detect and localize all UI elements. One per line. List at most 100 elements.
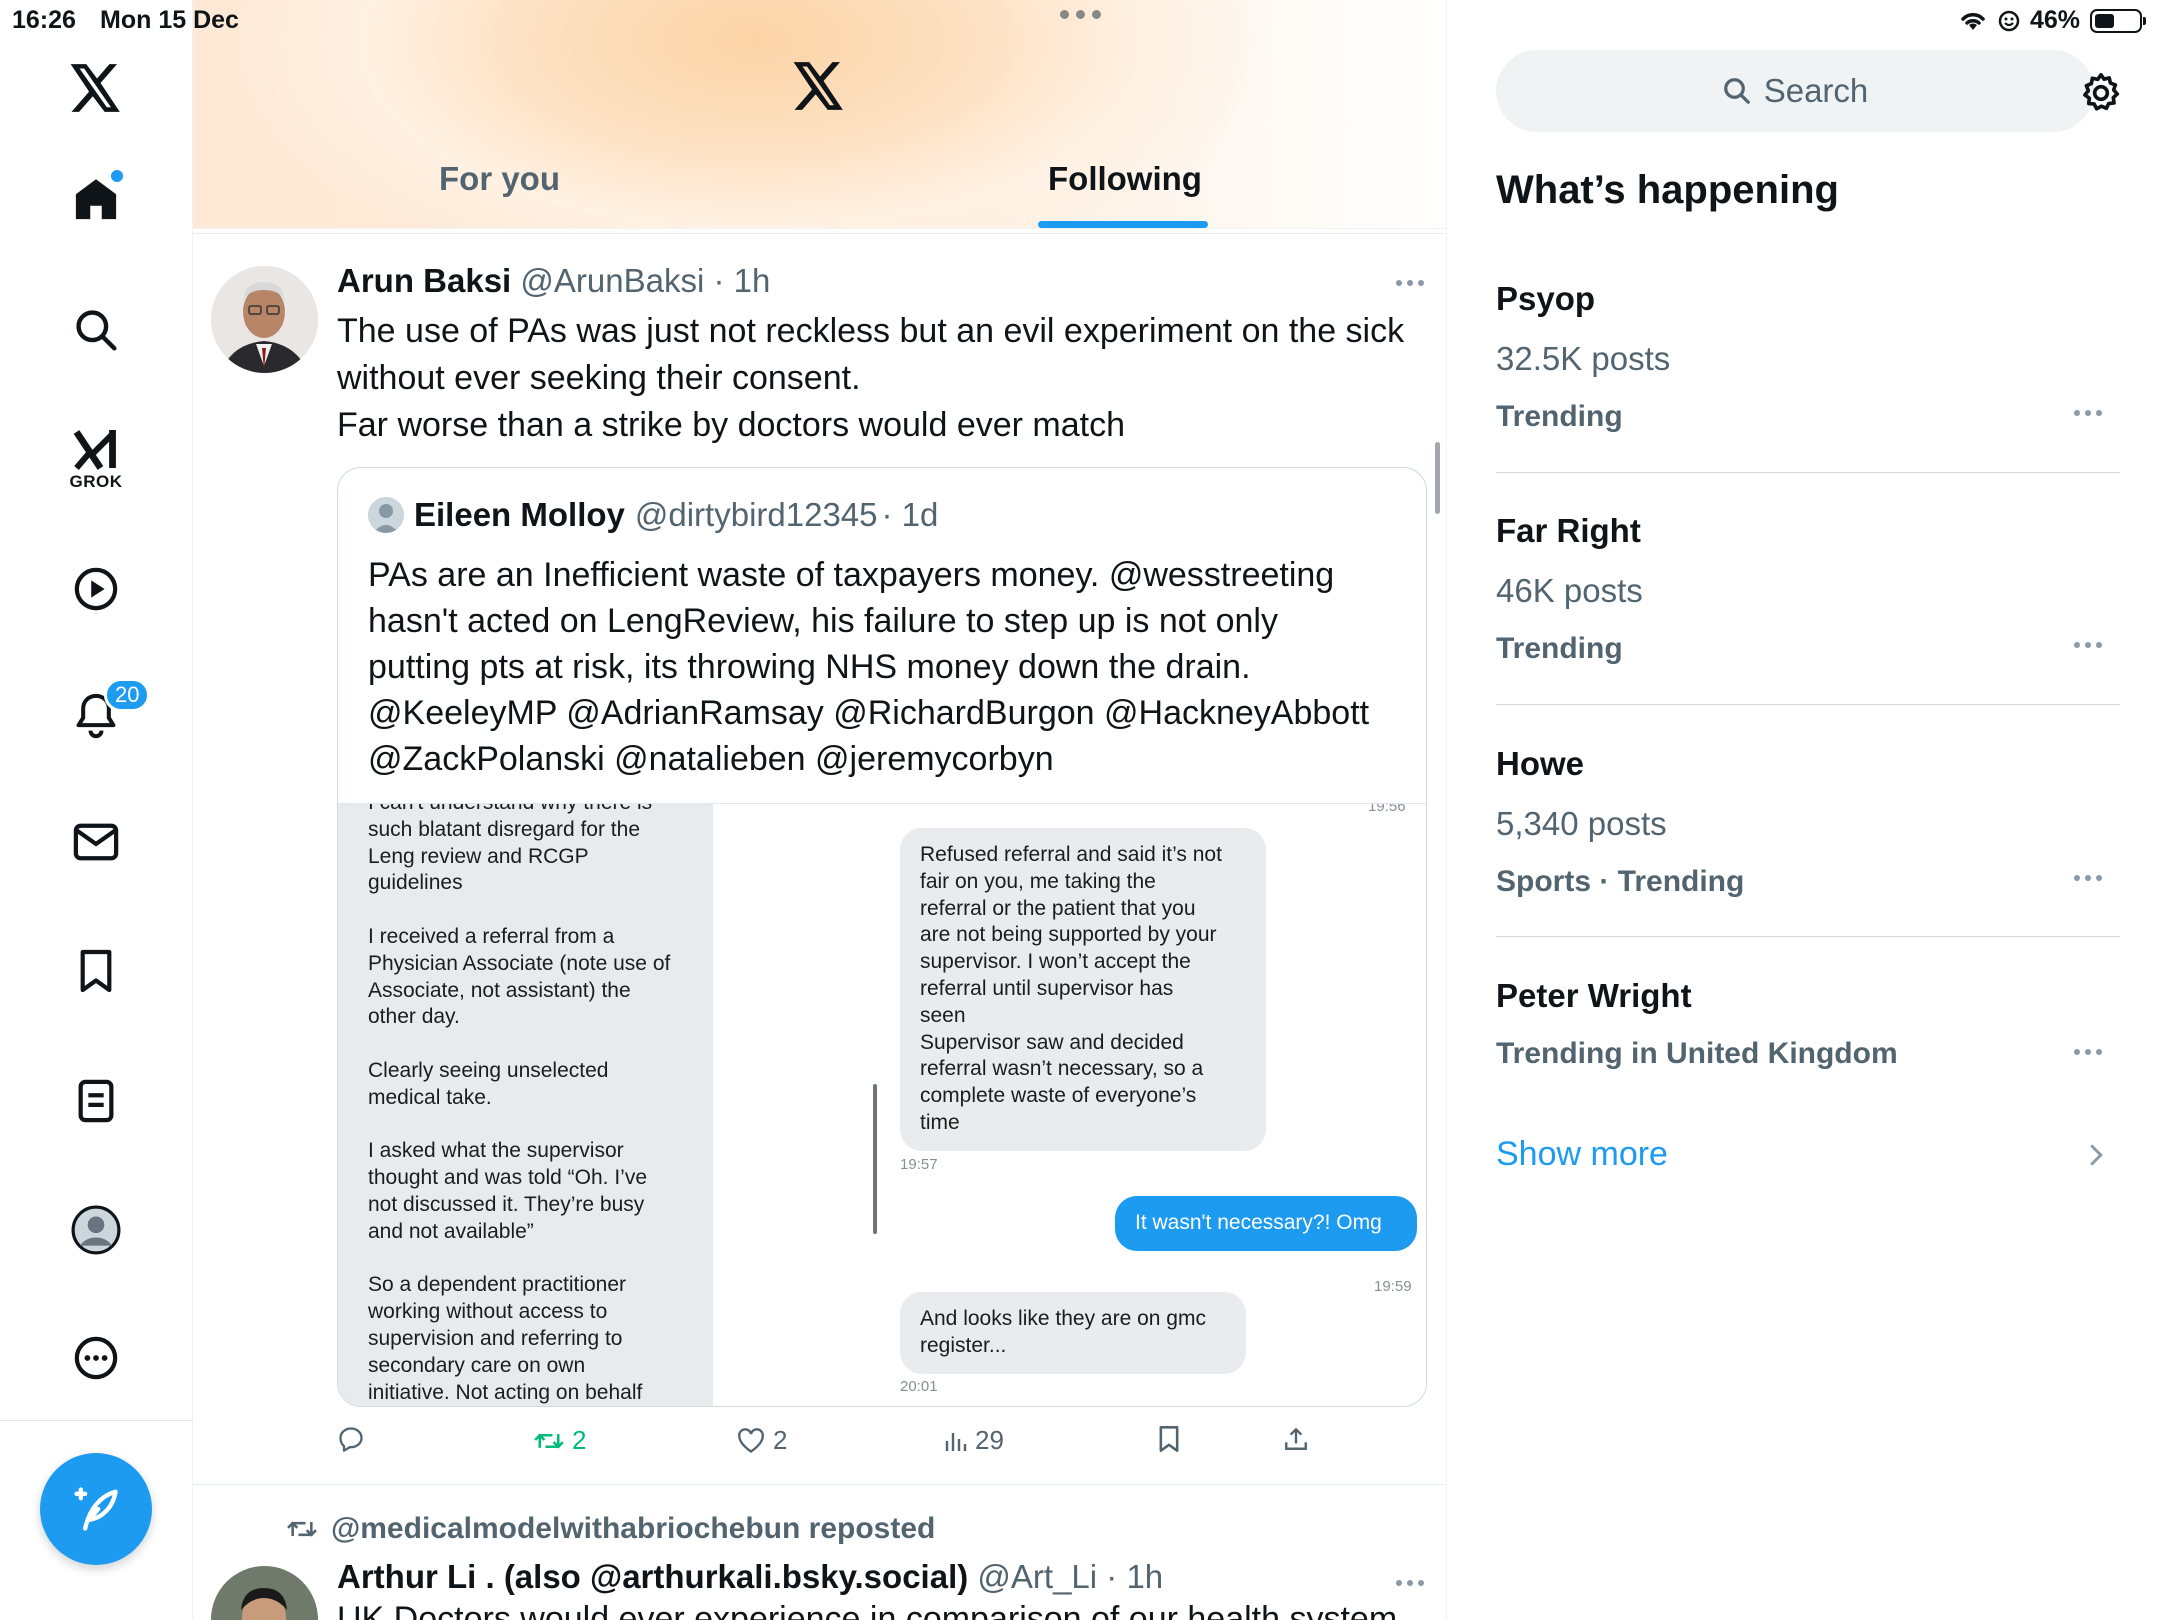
tweet-author-handle[interactable]: @ArunBaksi	[520, 262, 704, 299]
quoted-text-line: @ZackPolanski @natalieben @jeremycorbyn	[368, 740, 1054, 778]
quoted-text-line: putting pts at risk, its throwing NHS mo…	[368, 648, 1251, 686]
reply-icon	[339, 1427, 363, 1452]
tweet-author-name[interactable]: Arun Baksi	[337, 262, 511, 299]
bookmark-icon	[1159, 1426, 1179, 1452]
quoted-text: PAs are an Inefficient waste of taxpayer…	[368, 552, 1408, 782]
quoted-author-handle: @dirtybird12345	[634, 496, 878, 533]
compose-button[interactable]	[40, 1453, 152, 1565]
status-date: Mon 15 Dec	[100, 6, 239, 34]
trend-divider	[1496, 472, 2120, 473]
tweet2-author-handle[interactable]: @Art_Li	[977, 1558, 1097, 1595]
tab-for-you[interactable]: For you	[439, 160, 560, 198]
repost-count: 2	[572, 1425, 587, 1455]
tweet2-author-name[interactable]: Arthur Li . (also @arthurkali.bsky.socia…	[337, 1558, 968, 1595]
chat-bubble-grey: And looks like they are on gmc register.…	[900, 1292, 1246, 1374]
grok-label: GROK	[69, 472, 123, 491]
trend-more-icon[interactable]	[2074, 642, 2102, 648]
wifi-icon	[1961, 12, 1985, 30]
trend-divider	[1496, 704, 2120, 705]
heart-icon	[738, 1427, 764, 1453]
views-button[interactable]: 29	[943, 1425, 1004, 1456]
timeline-scroll-indicator[interactable]	[1435, 442, 1440, 514]
quoted-media-screenshot[interactable]: I can't understand why there is such bla…	[338, 803, 1426, 1406]
home-unread-dot	[111, 170, 123, 182]
quoted-time: · 1d	[881, 496, 939, 533]
nav-profile[interactable]	[71, 1205, 121, 1255]
quoted-text-line: @KeeleyMP @AdrianRamsay @RichardBurgon @…	[368, 694, 1370, 732]
home-icon	[75, 179, 117, 220]
tweet2-text: UK Doctors would ever experience in comp…	[337, 1600, 1398, 1620]
search-input[interactable]: Search	[1496, 50, 2094, 132]
nav-bookmarks[interactable]	[77, 948, 115, 994]
quoted-author-name: Eileen Molloy	[414, 496, 625, 533]
bookmark-button[interactable]	[1157, 1425, 1181, 1453]
nav-notifications[interactable]: 20	[74, 678, 151, 740]
left-nav: GROK 20	[0, 0, 193, 1620]
tweet-header: Arun Baksi @ArunBaksi · 1h	[337, 262, 770, 300]
x-logo-icon[interactable]	[70, 64, 122, 112]
trend-more-icon[interactable]	[2074, 1049, 2102, 1055]
trend-name: Far Right	[1496, 512, 1641, 549]
header-separator	[193, 233, 1446, 234]
battery-percent: 46%	[2029, 6, 2080, 34]
trend-category: Trending	[1496, 632, 1623, 665]
reposted-by[interactable]: @medicalmodelwithabriochebun reposted	[285, 1512, 935, 1546]
nav-grok[interactable]: GROK	[70, 428, 123, 492]
tab-following[interactable]: Following	[1048, 160, 1202, 198]
tweet-avatar[interactable]	[211, 266, 318, 373]
tweet-divider	[193, 1484, 1446, 1485]
quoted-tweet[interactable]: Eileen Molloy @dirtybird12345 · 1d PAs a…	[337, 467, 1427, 1407]
trend-item[interactable]: Psyop 32.5K posts Trending	[1496, 280, 2120, 434]
show-more-link[interactable]: Show more	[1496, 1135, 1668, 1174]
tweet-text-line: without ever seeking their consent.	[337, 359, 861, 397]
tweet-time[interactable]: · 1h	[713, 262, 770, 299]
nav-explore[interactable]	[74, 308, 118, 352]
timeline: For you Following Arun Baksi @ArunBaksi …	[193, 0, 1447, 1620]
multitasking-dots[interactable]	[1060, 10, 1101, 19]
trend-name: Peter Wright	[1496, 977, 1692, 1014]
nav-divider	[0, 1420, 193, 1421]
repost-button[interactable]: 2	[534, 1425, 586, 1456]
status-right: 46%	[1958, 6, 2146, 35]
chat-bubble-grey: Refused referral and said it’s not fair …	[900, 828, 1266, 1151]
trend-more-icon[interactable]	[2074, 875, 2102, 881]
whats-happening-title: What’s happening	[1496, 168, 1839, 212]
compose-feather-icon	[74, 1487, 118, 1531]
trend-item[interactable]: Far Right 46K posts Trending	[1496, 512, 2120, 666]
nav-video[interactable]	[73, 566, 119, 612]
trend-category: Trending in United Kingdom	[1496, 1037, 1898, 1070]
like-button[interactable]: 2	[737, 1425, 787, 1456]
screenshot-scrollbar	[873, 1084, 877, 1234]
play-circle-icon	[74, 567, 118, 611]
tweet2-time[interactable]: · 1h	[1106, 1558, 1163, 1595]
nav-home[interactable]	[73, 170, 123, 222]
tweet-more-icon[interactable]	[1396, 280, 1424, 286]
trend-item[interactable]: Peter Wright Trending in United Kingdom	[1496, 977, 2120, 1071]
trend-more-icon[interactable]	[2074, 410, 2102, 416]
screenshot-timestamp: 19:56	[1368, 803, 1406, 815]
tweet2-more-icon[interactable]	[1396, 1580, 1424, 1586]
nav-lists[interactable]	[76, 1078, 116, 1124]
tab-active-indicator	[1038, 221, 1208, 228]
focus-icon	[1998, 10, 2020, 31]
mail-icon	[73, 823, 119, 861]
chat-timestamp: 20:01	[900, 1378, 938, 1395]
settings-button[interactable]	[2078, 70, 2124, 121]
trend-name: Psyop	[1496, 280, 1596, 317]
quoted-avatar	[368, 497, 404, 533]
list-icon	[78, 1079, 114, 1123]
nav-more[interactable]	[73, 1335, 119, 1381]
quoted-text-line: PAs are an Inefficient waste of taxpayer…	[368, 556, 1335, 594]
tweet2-avatar[interactable]	[211, 1566, 318, 1620]
status-time: 16:26	[12, 6, 76, 34]
trend-item[interactable]: Howe 5,340 posts Sports · Trending	[1496, 745, 2120, 899]
reply-button[interactable]	[337, 1425, 373, 1453]
grok-icon	[73, 430, 116, 470]
x-header-logo-icon	[793, 62, 845, 115]
chat-timestamp: 19:57	[900, 1156, 938, 1173]
trend-posts: 5,340 posts	[1496, 805, 1667, 842]
share-button[interactable]	[1283, 1425, 1309, 1453]
screenshot-left-text: I can't understand why there is such bla…	[368, 804, 671, 1404]
notifications-badge: 20	[104, 678, 151, 712]
nav-messages[interactable]	[73, 822, 119, 862]
